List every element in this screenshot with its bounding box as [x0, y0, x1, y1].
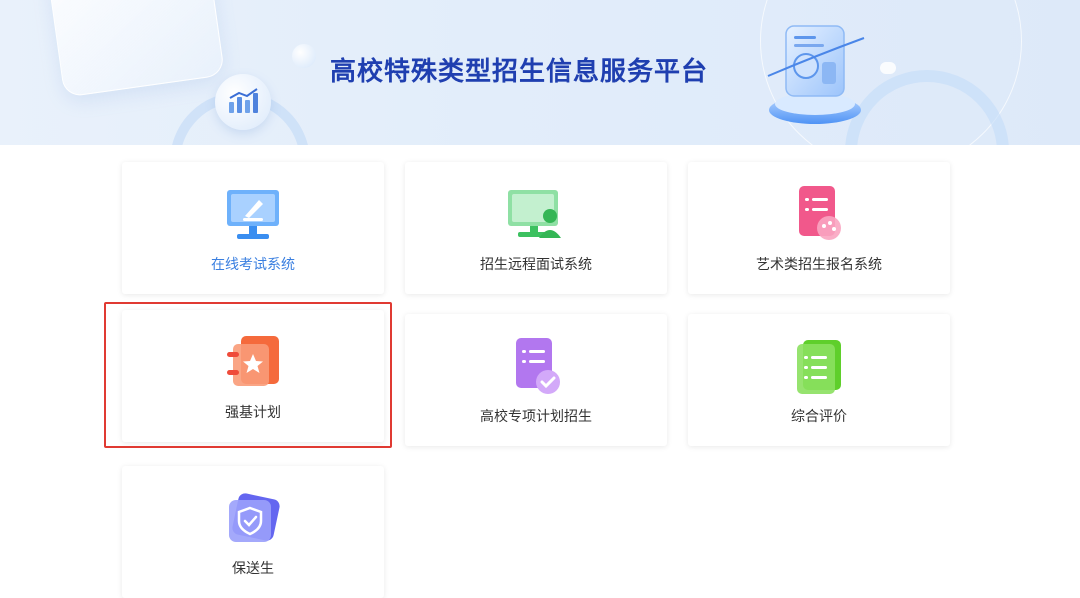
page-title: 高校特殊类型招生信息服务平台 [330, 57, 709, 87]
card-label: 招生远程面试系统 [480, 257, 592, 273]
card-label: 艺术类招生报名系统 [756, 257, 882, 273]
card-art-registration[interactable]: 艺术类招生报名系统 [688, 162, 950, 294]
card-recommended-admission[interactable]: 保送生 [122, 466, 384, 598]
card-label: 综合评价 [791, 409, 847, 425]
trophy-display-icon [767, 25, 865, 124]
online-exam-monitor-icon [227, 190, 279, 239]
card-online-exam[interactable]: 在线考试系统 [122, 162, 384, 294]
platform-banner: 高校特殊类型招生信息服务平台 [0, 0, 1080, 145]
card-special-program[interactable]: 高校专项计划招生 [405, 314, 667, 446]
art-registration-form-icon [799, 186, 841, 240]
card-remote-interview[interactable]: 招生远程面试系统 [405, 162, 667, 294]
card-label: 高校专项计划招生 [480, 409, 592, 425]
remote-interview-screen-icon [508, 190, 561, 238]
card-comprehensive-evaluation[interactable]: 综合评价 [688, 314, 950, 446]
banner-decoration-bubble-small [292, 44, 316, 68]
star-notebook-icon [227, 336, 279, 386]
card-label: 在线考试系统 [211, 257, 295, 273]
card-label: 强基计划 [225, 405, 281, 421]
chart-bubble-icon [215, 74, 271, 130]
banner-decoration-card [46, 0, 226, 98]
list-document-icon [797, 340, 841, 394]
card-label: 保送生 [232, 561, 274, 577]
card-strong-foundation-plan[interactable]: 强基计划 [122, 310, 384, 442]
banner-decoration-dot [880, 62, 896, 74]
checklist-document-icon [516, 338, 560, 394]
shield-check-icon [229, 493, 280, 542]
